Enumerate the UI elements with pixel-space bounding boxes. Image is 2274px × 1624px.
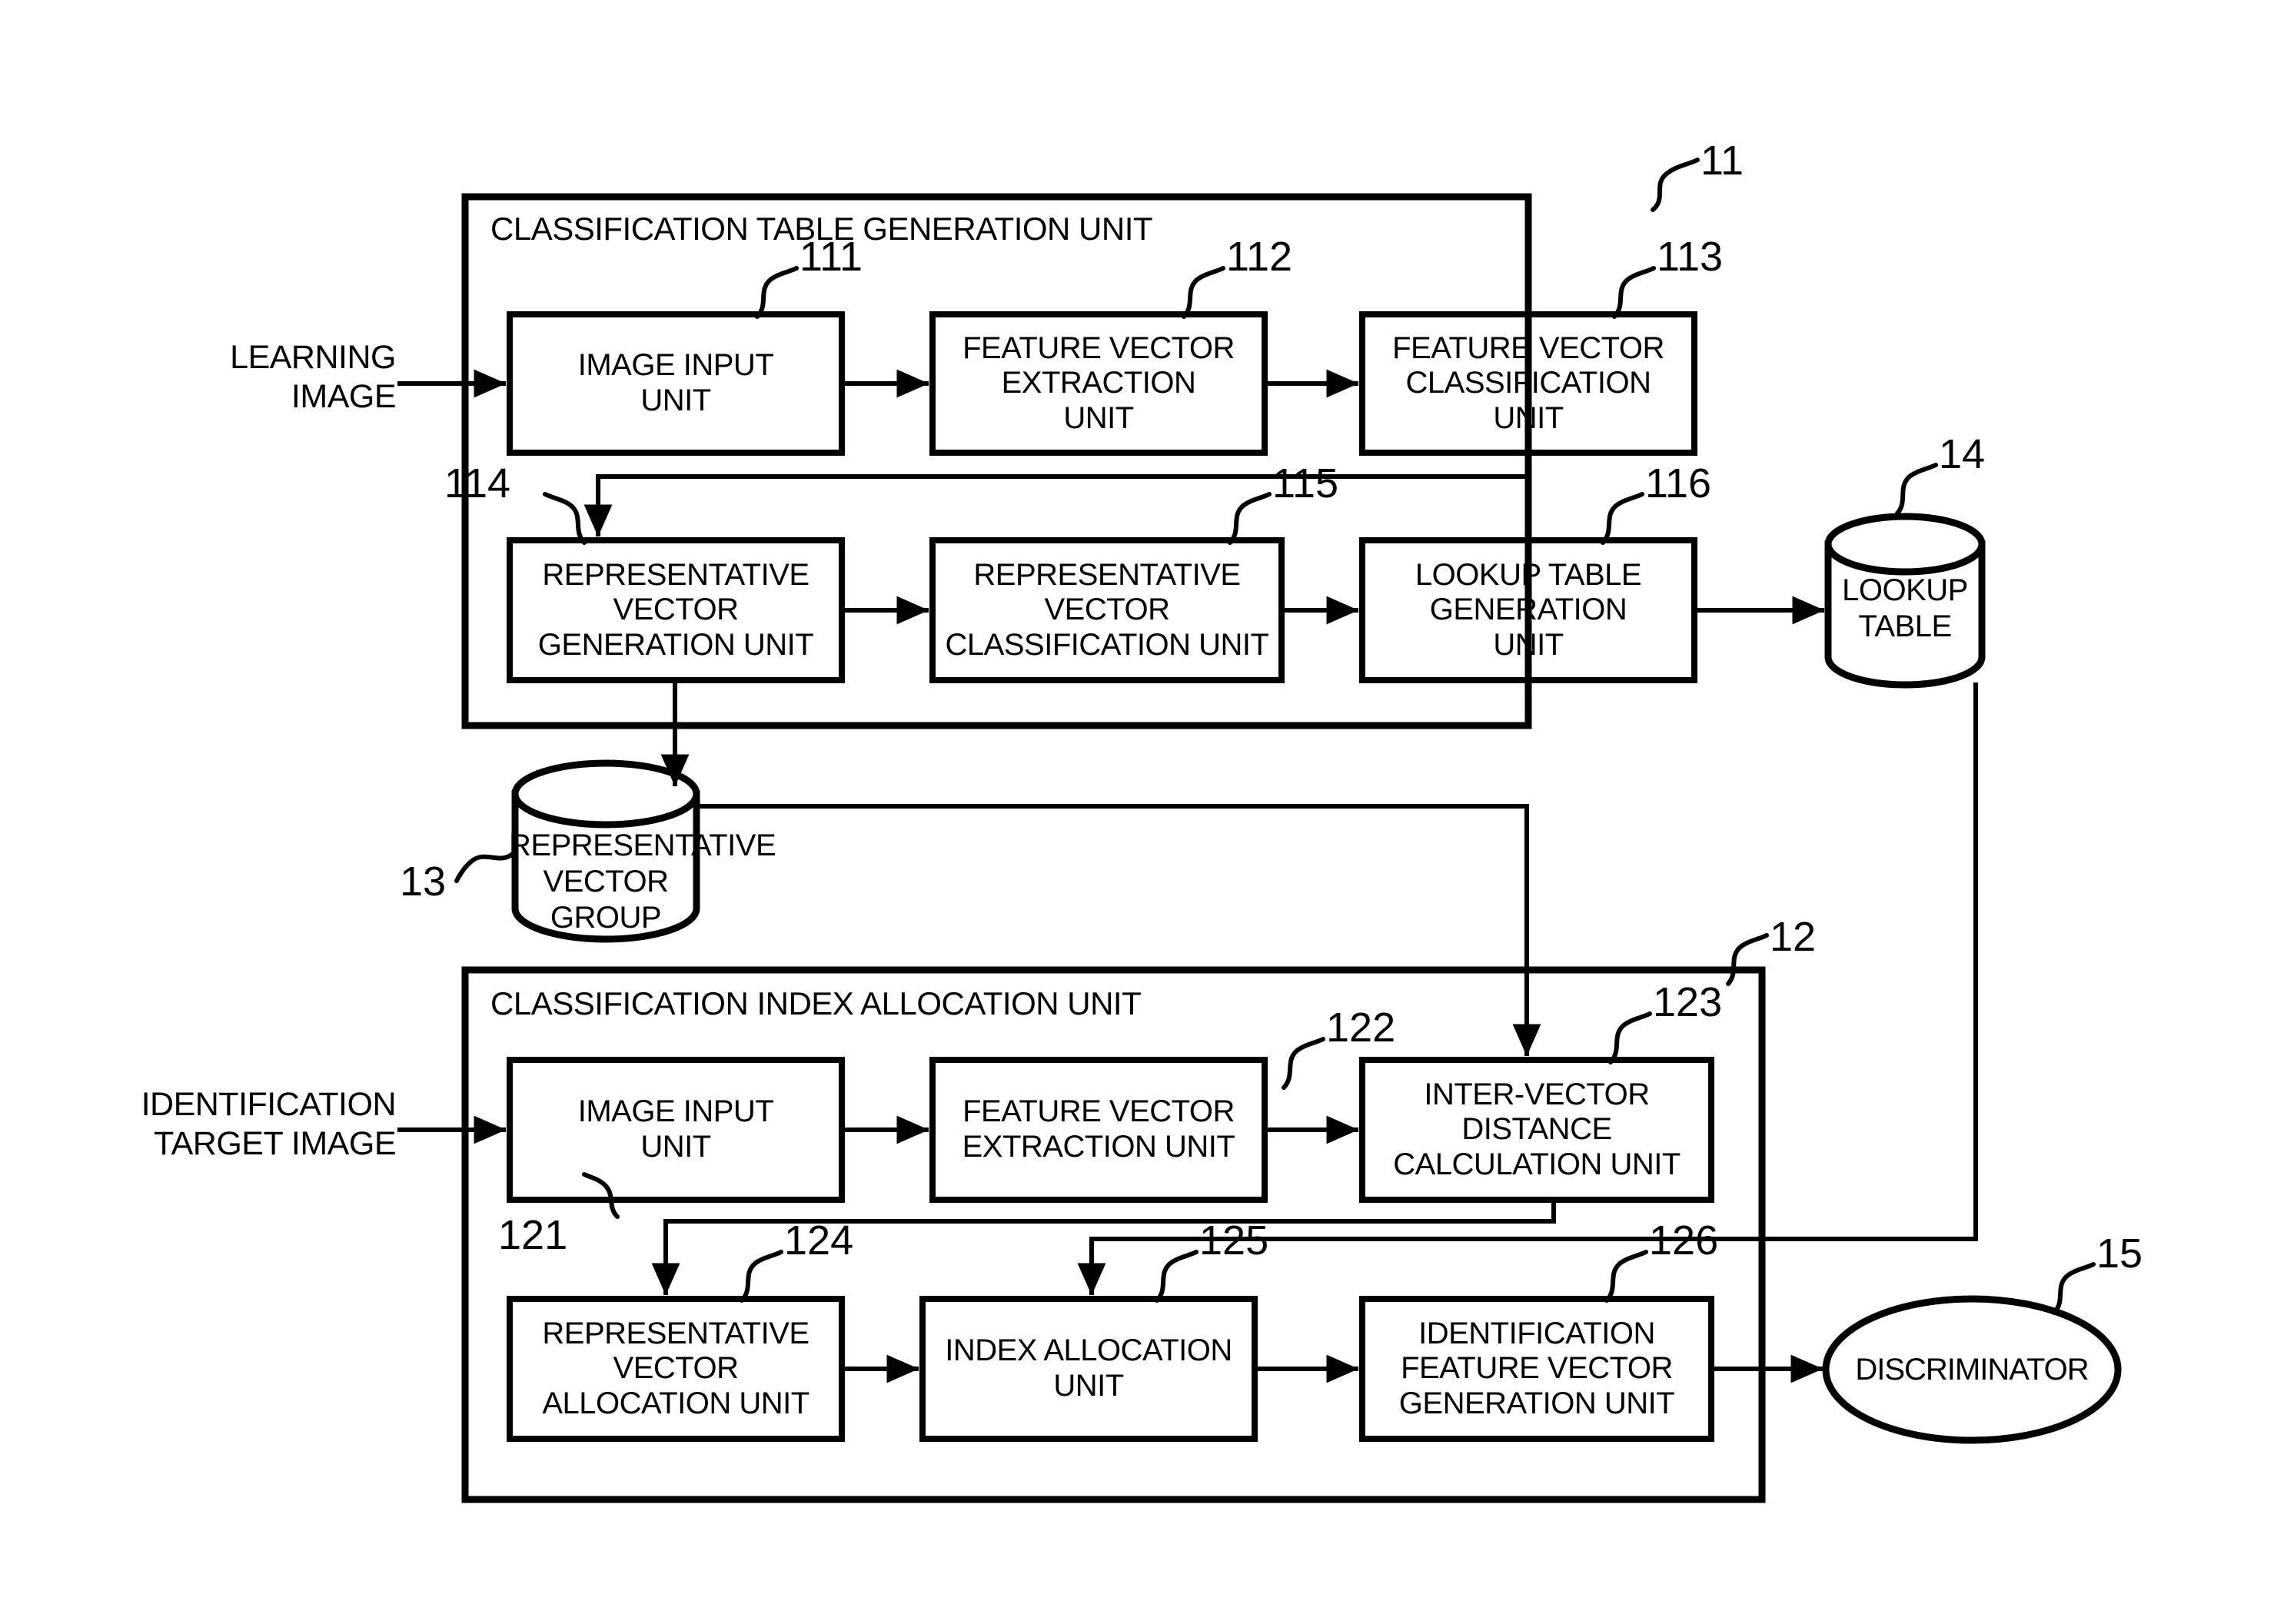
leader-116 [1601, 492, 1644, 545]
ref-number-123: 123 [1653, 979, 1723, 1025]
ref-number-121: 121 [498, 1212, 568, 1258]
leader-112 [1182, 266, 1225, 319]
ref-number-116: 116 [1645, 460, 1712, 506]
block-111-label[interactable]: IMAGE INPUT UNIT [510, 314, 842, 453]
ref-number-126: 126 [1649, 1217, 1719, 1264]
block-126-label[interactable]: IDENTIFICATION FEATURE VECTOR GENERATION U… [1362, 1299, 1711, 1439]
leader-15 [2052, 1262, 2096, 1315]
ref-number-12: 12 [1770, 914, 1817, 960]
leader-14 [1895, 463, 1938, 516]
block-112-label[interactable]: FEATURE VECTOR EXTRACTION UNIT [933, 314, 1265, 453]
block-121-label[interactable]: IMAGE INPUT UNIT [510, 1060, 842, 1200]
ref-number-122: 122 [1326, 1005, 1396, 1051]
block-124-label[interactable]: REPRESENTATIVE VECTOR ALLOCATION UNIT [510, 1299, 842, 1439]
block-125-label[interactable]: INDEX ALLOCATION UNIT [923, 1299, 1255, 1439]
leader-11 [1651, 158, 1700, 212]
block-114-label[interactable]: REPRESENTATIVE VECTOR GENERATION UNIT [510, 540, 842, 680]
block-123-label[interactable]: INTER-VECTOR DISTANCE CALCULATION UNIT [1362, 1060, 1711, 1200]
leader-125 [1155, 1250, 1199, 1303]
store-14-label[interactable]: LOOKUP TABLE [1828, 573, 1982, 645]
ref-number-115: 115 [1272, 460, 1339, 506]
ref-number-13: 13 [400, 858, 447, 905]
leader-122 [1282, 1037, 1325, 1090]
input-label-identification-target-image: IDENTIFICATION TARGET IMAGE [141, 1086, 397, 1162]
leader-111 [755, 266, 799, 319]
block-122-label[interactable]: FEATURE VECTOR EXTRACTION UNIT [933, 1060, 1265, 1200]
ref-number-111: 111 [800, 234, 863, 280]
store-13-label[interactable]: REPRESENTATIVE VECTOR GROUP [509, 828, 776, 937]
ref-number-15: 15 [2096, 1230, 2143, 1277]
ref-number-125: 125 [1199, 1217, 1269, 1264]
ref-number-11: 11 [1701, 138, 1744, 184]
ref-number-114: 114 [444, 460, 511, 506]
ref-number-14: 14 [1939, 431, 1986, 477]
leader-12 [1726, 933, 1769, 986]
block-113-label[interactable]: FEATURE VECTOR CLASSIFICATION UNIT [1362, 314, 1694, 453]
block-116-label[interactable]: LOOKUP TABLE GENERATION UNIT [1362, 540, 1694, 680]
leader-115 [1228, 492, 1272, 545]
leader-126 [1604, 1250, 1648, 1303]
figure-canvas: LEARNING IMAGE IDENTIFICATION TARGET IMAGE… [0, 0, 2274, 1624]
leader-114 [543, 492, 587, 545]
leader-123 [1608, 1011, 1652, 1064]
terminal-15-label[interactable]: DISCRIMINATOR [1826, 1353, 2118, 1387]
input-label-learning-image: LEARNING IMAGE [230, 339, 396, 415]
ref-number-124: 124 [784, 1217, 854, 1264]
ref-number-112: 112 [1226, 234, 1293, 280]
leader-113 [1612, 266, 1656, 319]
leader-124 [740, 1250, 783, 1303]
block-115-label[interactable]: REPRESENTATIVE VECTOR CLASSIFICATION UNIT [933, 540, 1282, 680]
connector-113-to-114 [583, 450, 1531, 537]
ref-number-113: 113 [1657, 234, 1724, 280]
